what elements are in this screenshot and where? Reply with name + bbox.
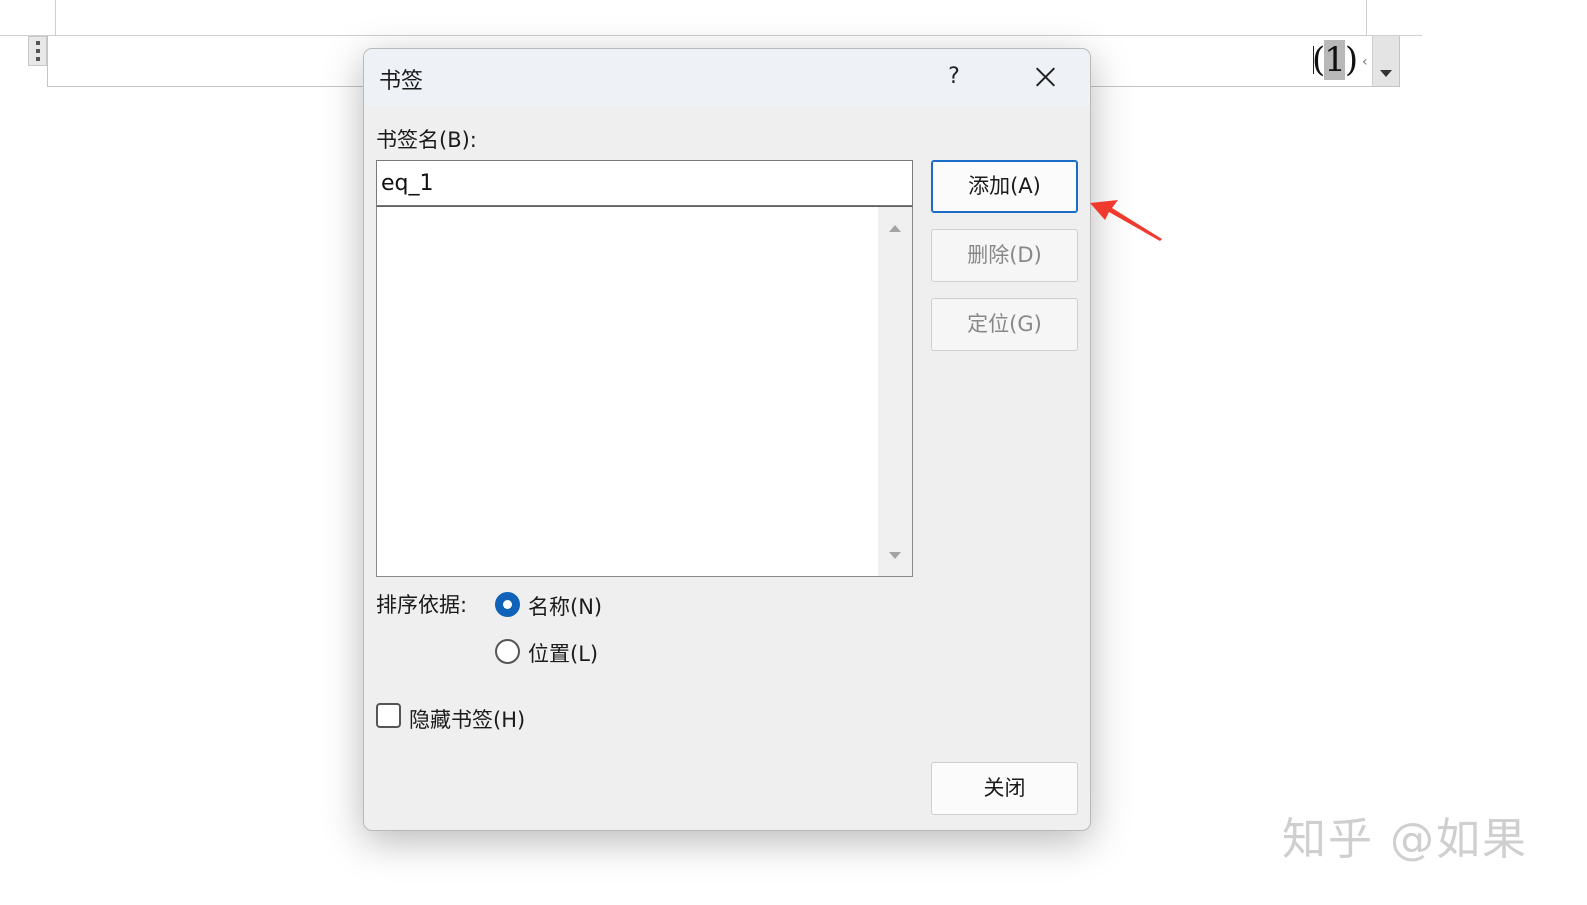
bookmark-list[interactable] <box>376 206 913 577</box>
bookmark-name-input[interactable] <box>376 160 913 206</box>
bookmark-name-label: 书签名(B): <box>376 128 477 152</box>
close-button[interactable]: 关闭 <box>931 762 1078 815</box>
watermark: 知乎 @如果 <box>1282 814 1528 865</box>
hide-bookmarks-checkbox[interactable] <box>376 703 401 728</box>
help-button[interactable]: ? <box>929 57 979 97</box>
red-arrow-annotation-icon <box>1090 200 1162 241</box>
sort-by-location-label[interactable]: 位置(L) <box>528 638 598 668</box>
sort-by-label: 排序依据: <box>376 593 468 617</box>
equation-number: (1) <box>1312 40 1358 80</box>
dialog-title: 书签 <box>379 69 424 94</box>
scroll-down-arrow-icon[interactable] <box>889 552 901 559</box>
dialog-titlebar: 书签 ? <box>364 49 1090 106</box>
page-margin-line-right <box>1366 0 1367 35</box>
sort-by-name-radio[interactable] <box>495 592 520 617</box>
hide-bookmarks-label[interactable]: 隐藏书签(H) <box>409 704 525 734</box>
bookmark-dialog: 书签 ? 书签名(B): 添加(A) 删除(D) 定位(G) 排序依据: 名称(… <box>363 48 1091 831</box>
equation-move-handle-icon[interactable] <box>28 36 47 66</box>
list-scrollbar[interactable] <box>878 207 912 576</box>
goto-button[interactable]: 定位(G) <box>931 298 1078 351</box>
equation-cursor-mark: ‹ <box>1362 54 1368 70</box>
close-icon[interactable] <box>1019 57 1069 97</box>
delete-button[interactable]: 删除(D) <box>931 229 1078 282</box>
equation-options-dropdown-icon[interactable] <box>1372 36 1399 86</box>
equation-number-digit: 1 <box>1324 40 1346 80</box>
add-button[interactable]: 添加(A) <box>931 160 1078 213</box>
sort-by-location-radio[interactable] <box>495 639 520 664</box>
page-margin-line-left <box>55 0 56 35</box>
sort-by-name-label[interactable]: 名称(N) <box>528 591 602 621</box>
scroll-up-arrow-icon[interactable] <box>889 225 901 232</box>
